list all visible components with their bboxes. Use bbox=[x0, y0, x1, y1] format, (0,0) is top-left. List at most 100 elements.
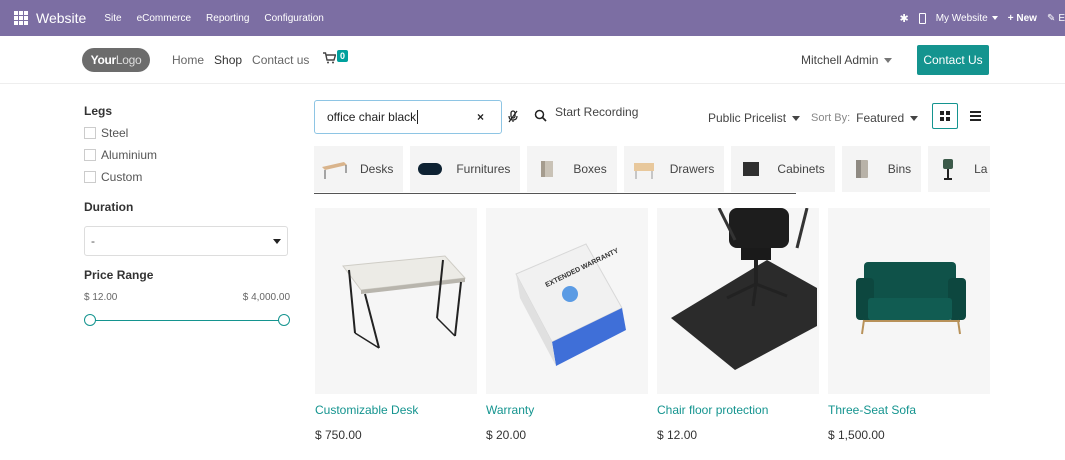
product-image[interactable] bbox=[657, 208, 819, 394]
lamp-thumbnail-icon bbox=[934, 158, 962, 180]
bin-thumbnail-icon bbox=[848, 158, 876, 180]
cart-link[interactable]: 0 bbox=[323, 50, 349, 64]
sofa-thumbnail-icon bbox=[416, 158, 444, 180]
user-menu[interactable]: Mitchell Admin bbox=[801, 53, 893, 67]
nav-shop[interactable]: Shop bbox=[214, 53, 242, 67]
chevron-down-icon bbox=[910, 115, 919, 121]
my-website-dropdown[interactable]: My Website bbox=[936, 13, 998, 24]
category-boxes[interactable]: Boxes bbox=[527, 146, 617, 192]
checkbox[interactable] bbox=[84, 149, 96, 161]
search-icon[interactable] bbox=[534, 109, 547, 122]
category-label: Drawers bbox=[669, 162, 715, 176]
duration-select[interactable]: - bbox=[84, 226, 288, 256]
start-recording-button[interactable]: Start Recording bbox=[555, 105, 638, 119]
list-icon bbox=[969, 111, 981, 121]
desk-product-image bbox=[342, 255, 467, 349]
slider-track bbox=[90, 320, 284, 321]
product-price: $ 1,500.00 bbox=[828, 428, 885, 442]
search-input-value: office chair black bbox=[327, 110, 417, 124]
legs-option-steel[interactable]: Steel bbox=[84, 126, 290, 140]
bug-icon[interactable]: ✱ bbox=[899, 12, 908, 25]
legs-option-label: Custom bbox=[101, 170, 143, 184]
admin-menu-ecommerce[interactable]: eCommerce bbox=[137, 13, 191, 24]
pricelist-dropdown[interactable]: Public Pricelist bbox=[708, 111, 801, 125]
product-card-customizable-desk[interactable]: Customizable Desk $ 750.00 bbox=[315, 208, 477, 442]
admin-bar: Website Site eCommerce Reporting Configu… bbox=[0, 0, 1065, 36]
category-bins[interactable]: Bins bbox=[841, 146, 922, 192]
product-card-three-seat-sofa[interactable]: Three-Seat Sofa $ 1,500.00 bbox=[828, 208, 990, 442]
sort-by-label: Sort By: bbox=[811, 112, 851, 124]
cabinet-thumbnail-icon bbox=[737, 158, 765, 180]
price-min: $ 12.00 bbox=[84, 292, 118, 303]
category-lamps[interactable]: La bbox=[928, 146, 990, 192]
legs-option-label: Steel bbox=[101, 126, 129, 140]
desk-thumbnail-icon bbox=[320, 158, 348, 180]
product-name[interactable]: Warranty bbox=[486, 403, 648, 417]
warranty-box-product-image: EXTENDED WARRANTY bbox=[515, 243, 626, 366]
box-thumbnail-icon bbox=[533, 158, 561, 180]
product-name[interactable]: Customizable Desk bbox=[315, 403, 477, 417]
price-range-slider[interactable] bbox=[84, 313, 290, 327]
nav-home[interactable]: Home bbox=[172, 53, 204, 67]
admin-menu-site[interactable]: Site bbox=[104, 13, 121, 24]
filters-sidebar: Legs Steel Aluminium Custom Duration - P… bbox=[84, 104, 290, 327]
chevron-down-icon bbox=[991, 16, 998, 20]
legs-option-custom[interactable]: Custom bbox=[84, 170, 290, 184]
list-view-button[interactable] bbox=[962, 103, 988, 129]
cart-icon bbox=[323, 52, 336, 64]
user-name: Mitchell Admin bbox=[801, 53, 879, 67]
sort-by-dropdown[interactable]: Sort By: Featured bbox=[811, 111, 919, 125]
slider-min-handle[interactable] bbox=[84, 314, 96, 326]
price-range-title: Price Range bbox=[84, 268, 154, 282]
category-cabinets[interactable]: Cabinets bbox=[731, 146, 835, 192]
chevron-down-icon bbox=[884, 57, 893, 63]
pencil-icon: ✎ bbox=[1046, 12, 1056, 24]
chevron-down-icon bbox=[273, 238, 281, 244]
logo-text-rest: Logo bbox=[115, 53, 142, 67]
my-website-label: My Website bbox=[935, 12, 988, 24]
checkbox[interactable] bbox=[84, 127, 96, 139]
logo-text-bold: Your bbox=[90, 53, 117, 67]
category-desks[interactable]: Desks bbox=[314, 146, 404, 192]
category-label: Desks bbox=[360, 162, 394, 176]
category-label: Bins bbox=[887, 162, 912, 176]
slider-max-handle[interactable] bbox=[278, 314, 290, 326]
nav-contact-us[interactable]: Contact us bbox=[252, 53, 309, 67]
category-label: Furnitures bbox=[456, 162, 511, 176]
product-image[interactable] bbox=[315, 208, 477, 394]
admin-menu-reporting[interactable]: Reporting bbox=[206, 13, 249, 24]
product-name[interactable]: Chair floor protection bbox=[657, 403, 819, 417]
category-chips: Desks Furnitures Boxes Drawers Cabinets … bbox=[314, 146, 990, 192]
microphone-off-icon[interactable] bbox=[508, 110, 518, 126]
product-card-warranty[interactable]: EXTENDED WARRANTY Warranty $ 20.00 bbox=[486, 208, 648, 442]
grid-view-button[interactable] bbox=[932, 103, 958, 129]
product-price: $ 12.00 bbox=[657, 428, 698, 442]
contact-us-button[interactable]: Contact Us bbox=[917, 45, 989, 75]
legs-option-label: Aluminium bbox=[101, 148, 158, 162]
grid-icon bbox=[940, 111, 950, 121]
product-card-chair-floor-protection[interactable]: Chair floor protection $ 12.00 bbox=[657, 208, 819, 442]
pricelist-label: Public Pricelist bbox=[708, 111, 787, 125]
category-furnitures[interactable]: Furnitures bbox=[410, 146, 521, 192]
apps-menu-icon[interactable] bbox=[14, 11, 28, 25]
chevron-down-icon bbox=[792, 115, 801, 121]
search-input[interactable]: office chair black × bbox=[314, 100, 502, 134]
clear-search-icon[interactable]: × bbox=[477, 110, 484, 124]
product-name[interactable]: Three-Seat Sofa bbox=[828, 403, 990, 417]
new-button[interactable]: + New bbox=[1008, 13, 1037, 24]
checkbox[interactable] bbox=[84, 171, 96, 183]
edit-button[interactable]: ✎ E bbox=[1047, 13, 1065, 24]
legs-option-aluminium[interactable]: Aluminium bbox=[84, 148, 290, 162]
product-image[interactable] bbox=[828, 208, 990, 394]
mobile-preview-icon[interactable] bbox=[918, 12, 926, 24]
category-scrollbar[interactable] bbox=[314, 193, 796, 194]
admin-menu-configuration[interactable]: Configuration bbox=[264, 13, 323, 24]
product-image[interactable]: EXTENDED WARRANTY bbox=[486, 208, 648, 394]
product-price: $ 750.00 bbox=[315, 428, 362, 442]
product-price: $ 20.00 bbox=[486, 428, 527, 442]
admin-brand[interactable]: Website bbox=[36, 10, 86, 26]
site-logo[interactable]: Your Logo bbox=[82, 48, 150, 72]
duration-title: Duration bbox=[84, 200, 134, 214]
main-nav: Home Shop Contact us bbox=[172, 53, 319, 67]
category-drawers[interactable]: Drawers bbox=[623, 146, 725, 192]
